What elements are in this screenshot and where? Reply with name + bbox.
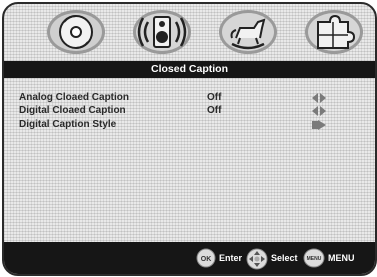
row-value: Off — [207, 105, 222, 116]
left-right-arrow-icon[interactable] — [312, 106, 326, 116]
disc-icon — [47, 10, 105, 54]
enter-hint: Enter — [219, 253, 243, 263]
puzzle-icon — [305, 10, 363, 54]
tab-disc[interactable] — [46, 8, 106, 56]
row-value: Off — [207, 92, 222, 103]
tab-audio[interactable] — [132, 8, 192, 56]
rocking-horse-icon — [219, 10, 277, 54]
row-label: Digital Cloaed Caption — [19, 105, 126, 116]
tv-menu-screen: Closed Caption Analog Cloaed Caption Off… — [2, 2, 377, 276]
speaker-icon — [133, 10, 191, 54]
tab-setup[interactable] — [304, 8, 364, 56]
left-right-arrow-icon[interactable] — [312, 93, 326, 103]
menu-button-icon: MENU — [303, 248, 325, 268]
menu-row-analog-caption[interactable]: Analog Cloaed Caption Off — [4, 91, 375, 105]
footer-hint-bar: OK Enter Select MENU MENU — [4, 242, 375, 274]
menu-row-digital-caption[interactable]: Digital Cloaed Caption Off — [4, 104, 375, 118]
ok-icon-text: OK — [201, 256, 212, 263]
row-label: Digital Caption Style — [19, 119, 117, 130]
menu-icon-text: MENU — [307, 256, 322, 262]
right-arrow-icon[interactable] — [312, 120, 326, 130]
category-icon-bar — [4, 4, 375, 60]
row-label: Analog Cloaed Caption — [19, 92, 129, 103]
page-title: Closed Caption — [4, 61, 375, 78]
dpad-icon — [246, 248, 268, 270]
ok-button-icon: OK — [196, 248, 216, 268]
menu-row-caption-style[interactable]: Digital Caption Style — [4, 118, 375, 132]
tab-parental[interactable] — [218, 8, 278, 56]
menu-hint: MENU — [328, 253, 355, 263]
select-hint: Select — [271, 253, 298, 263]
